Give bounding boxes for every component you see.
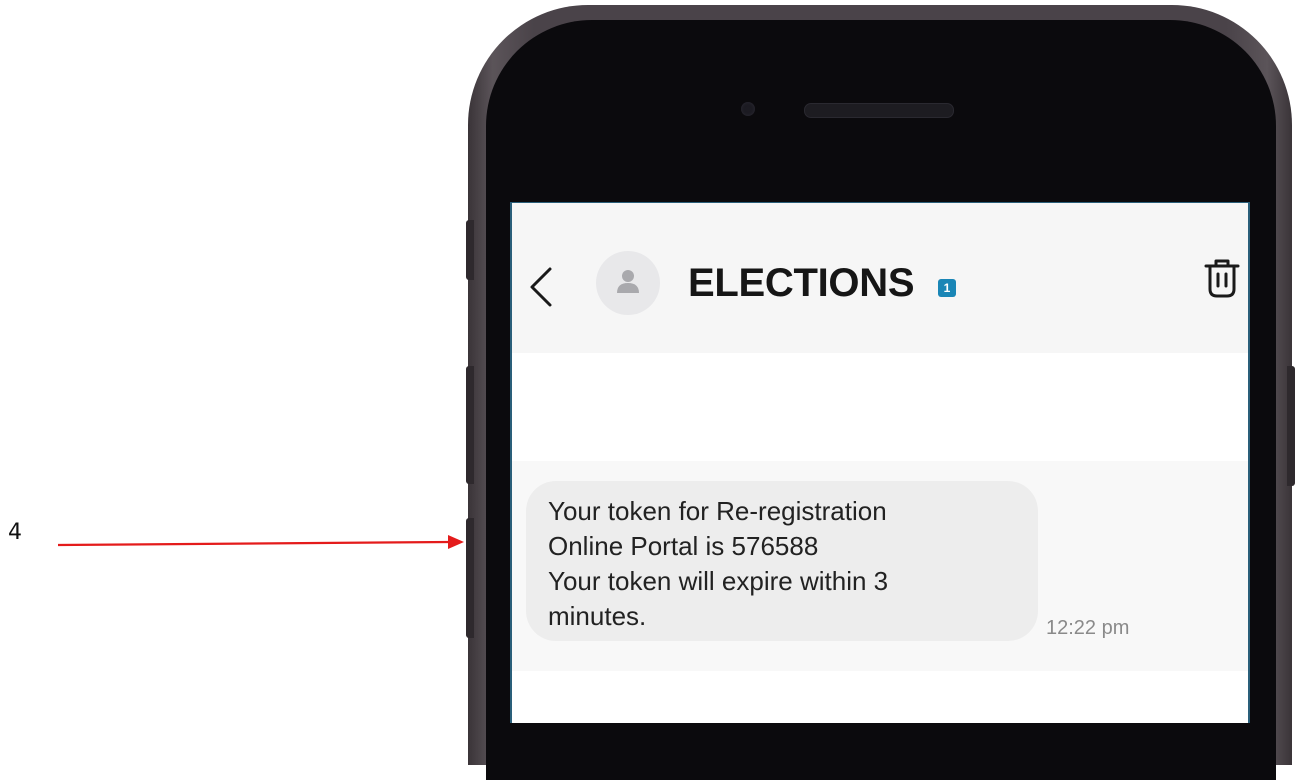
message-timestamp: 12:22 pm bbox=[1046, 617, 1130, 639]
message-text: Your token for Re-registration Online Po… bbox=[548, 494, 1018, 634]
message-thread[interactable]: Your token for Re-registration Online Po… bbox=[512, 353, 1248, 723]
front-camera bbox=[741, 102, 755, 116]
message-line: Online Portal is 576588 bbox=[548, 531, 819, 561]
phone-screen: ELECTIONS 1 Your token for Re-registrati… bbox=[510, 202, 1250, 723]
sim-badge: 1 bbox=[938, 279, 956, 297]
conversation-title: ELECTIONS bbox=[688, 261, 915, 305]
phone-volume-down-button bbox=[466, 518, 474, 638]
earpiece-speaker bbox=[804, 103, 954, 118]
phone-volume-up-button bbox=[466, 366, 474, 484]
trash-icon[interactable] bbox=[1202, 257, 1242, 299]
phone-power-button bbox=[1287, 366, 1295, 486]
message-line: minutes. bbox=[548, 601, 647, 631]
chevron-left-icon[interactable] bbox=[526, 265, 556, 309]
message-line: Your token will expire within 3 bbox=[548, 566, 889, 596]
message-line: Your token for Re-registration bbox=[548, 496, 887, 526]
person-icon bbox=[617, 270, 639, 293]
contact-avatar[interactable] bbox=[596, 251, 660, 315]
step-number-label: 4 bbox=[8, 520, 22, 545]
conversation-header: ELECTIONS 1 bbox=[512, 203, 1248, 353]
phone-silent-switch bbox=[466, 220, 474, 280]
pointer-arrow bbox=[58, 535, 464, 549]
